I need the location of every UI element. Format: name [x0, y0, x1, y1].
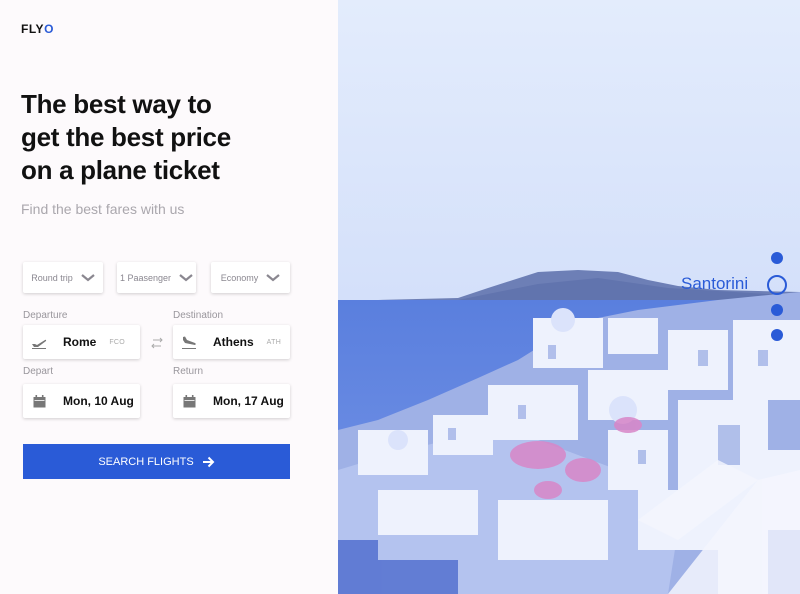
departure-code: FCO [109, 338, 126, 346]
carousel-dot-4[interactable] [771, 329, 783, 341]
swap-icon[interactable] [150, 337, 164, 349]
calendar-icon [31, 393, 47, 409]
plane-departure-icon [31, 334, 47, 350]
destination-label: Destination [173, 310, 224, 321]
logo-accent: O [44, 22, 54, 36]
trip-type-value: Round trip [31, 272, 73, 283]
trip-type-select[interactable]: Round trip [23, 262, 103, 293]
destination-code: ATH [266, 338, 282, 346]
carousel-dot-3[interactable] [771, 304, 783, 316]
chevron-down-icon [266, 273, 280, 281]
departure-label: Departure [23, 310, 68, 321]
page-title: The best way to get the best price on a … [21, 88, 321, 187]
carousel-dot-1[interactable] [771, 252, 783, 264]
cabin-class-select[interactable]: Economy [211, 262, 290, 293]
title-line-1: The best way to [21, 89, 212, 119]
calendar-icon [181, 393, 197, 409]
arrow-right-icon [202, 456, 215, 467]
chevron-down-icon [81, 273, 95, 281]
departure-city: Rome [63, 335, 97, 349]
destination-photo [338, 0, 800, 594]
logo[interactable]: FLYO [21, 22, 54, 36]
search-flights-button[interactable]: SEARCH FLIGHTS [23, 444, 290, 479]
depart-date-field[interactable]: Mon, 10 Aug [23, 384, 140, 418]
return-date-label: Return [173, 366, 204, 377]
passengers-select[interactable]: 1 Paasenger [117, 262, 196, 293]
search-panel: FLYO The best way to get the best price … [0, 0, 338, 594]
return-date-value: Mon, 17 Aug [213, 394, 284, 408]
destination-field[interactable]: Athens ATH [173, 325, 290, 359]
page-subtitle: Find the best fares with us [21, 201, 185, 217]
passengers-value: 1 Paasenger [119, 272, 172, 283]
cabin-class-value: Economy [220, 272, 259, 283]
title-line-3: on a plane ticket [21, 155, 220, 185]
carousel-dot-2-active[interactable] [767, 275, 787, 295]
depart-date-label: Depart [23, 366, 54, 377]
plane-arrival-icon [181, 334, 197, 350]
return-date-field[interactable]: Mon, 17 Aug [173, 384, 290, 418]
departure-field[interactable]: Rome FCO [23, 325, 140, 359]
santorini-image [338, 0, 800, 594]
destination-city: Athens [213, 335, 254, 349]
search-flights-label: SEARCH FLIGHTS [98, 455, 194, 468]
chevron-down-icon [179, 273, 193, 281]
title-line-2: get the best price [21, 122, 231, 152]
logo-text: FLY [21, 22, 45, 36]
depart-date-value: Mon, 10 Aug [63, 394, 134, 408]
